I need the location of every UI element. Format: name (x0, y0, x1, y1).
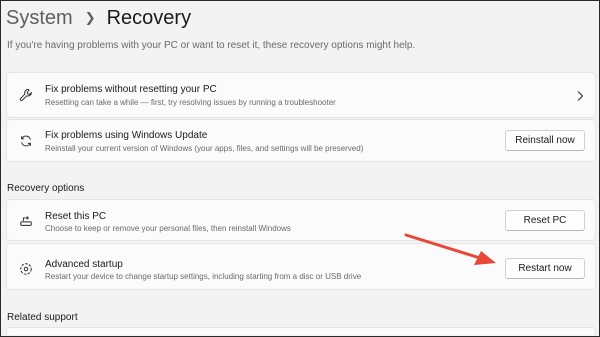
windows-update-desc: Reinstall your current version of Window… (45, 144, 364, 153)
fix-without-reset-desc: Resetting can take a while — first, try … (45, 98, 336, 107)
reset-pc-title: Reset this PC (45, 211, 107, 222)
breadcrumb-system[interactable]: System (6, 7, 73, 30)
page-title: Recovery (106, 6, 192, 29)
breadcrumb: System ❯ Recovery (6, 6, 191, 30)
windows-update-card: Fix problems using Windows Update Reinst… (6, 119, 596, 162)
advanced-startup-title: Advanced startup (45, 259, 123, 270)
annotation-arrow-icon (404, 233, 496, 265)
related-support-card (6, 327, 596, 335)
fix-without-reset-title: Fix problems without resetting your PC (45, 84, 217, 95)
fix-without-reset-card[interactable]: Fix problems without resetting your PC R… (6, 72, 596, 118)
refresh-icon (21, 135, 31, 147)
windows-update-title: Fix problems using Windows Update (45, 130, 208, 141)
reset-pc-desc: Choose to keep or remove your personal f… (45, 224, 291, 233)
recovery-options-heading: Recovery options (7, 183, 85, 194)
reinstall-now-button[interactable]: Reinstall now (505, 130, 585, 151)
chevron-right-icon (577, 91, 584, 101)
reset-pc-button[interactable]: Reset PC (505, 210, 585, 231)
restart-now-button[interactable]: Restart now (505, 258, 585, 279)
reset-pc-icon (20, 216, 32, 226)
chevron-right-icon: ❯ (84, 10, 96, 25)
related-support-heading: Related support (7, 312, 78, 323)
advanced-startup-desc: Restart your device to change startup se… (45, 272, 362, 281)
intro-text: If you're having problems with your PC o… (7, 40, 416, 51)
wrench-icon (19, 88, 32, 101)
advanced-startup-card: Advanced startup Restart your device to … (6, 243, 596, 290)
reset-pc-card: Reset this PC Choose to keep or remove y… (6, 199, 596, 241)
advanced-startup-icon (20, 263, 32, 275)
